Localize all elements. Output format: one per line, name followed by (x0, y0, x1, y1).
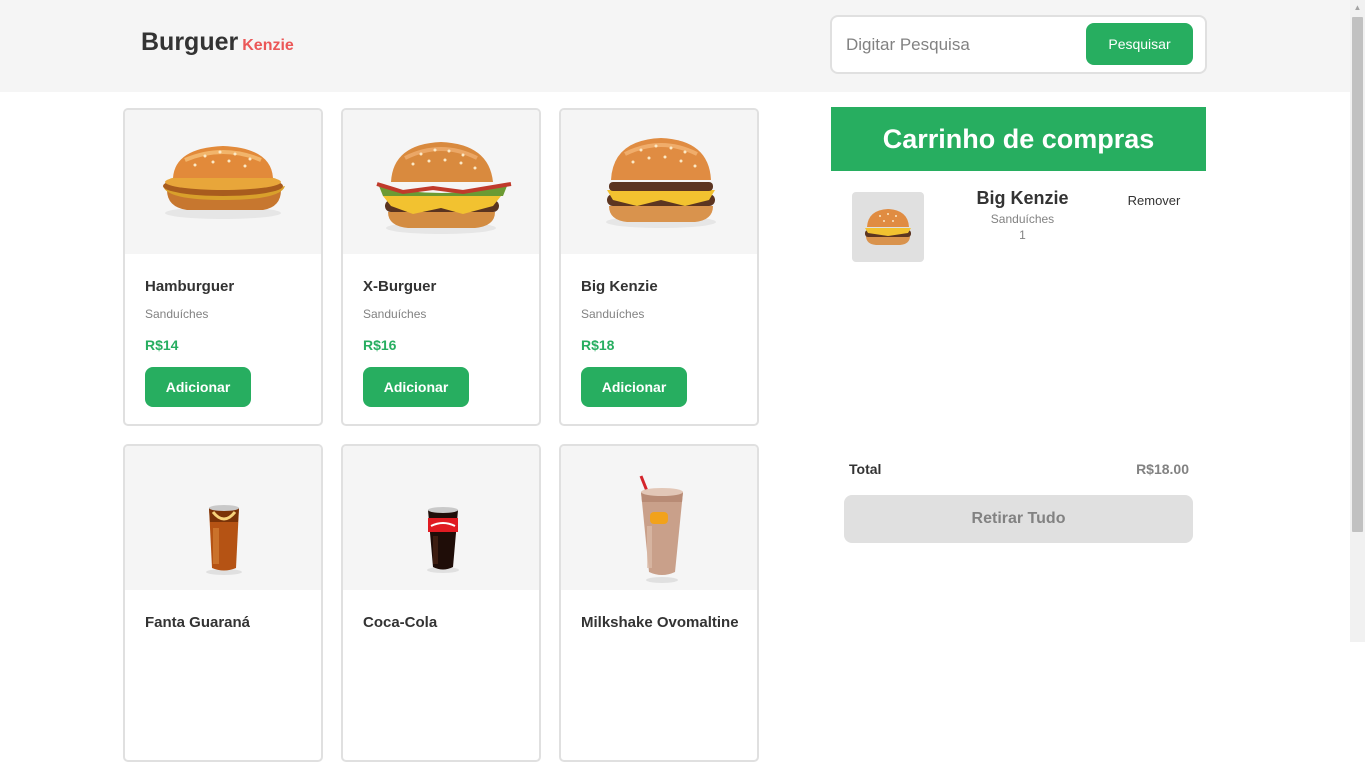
x-burger-image (376, 142, 512, 234)
product-image-container (125, 446, 321, 590)
product-image-container (561, 446, 757, 590)
product-card-fanta-guarana: Fanta Guaraná (123, 444, 323, 762)
cart-item-category: Sanduíches (990, 212, 1055, 226)
product-category: Sanduíches (145, 307, 209, 321)
search-box: Pesquisar (830, 15, 1207, 74)
add-to-cart-button[interactable]: Adicionar (581, 367, 687, 407)
clear-cart-button[interactable]: Retirar Tudo (844, 495, 1193, 543)
product-image-container (343, 110, 539, 254)
product-name: Big Kenzie (581, 278, 658, 295)
product-price: R$14 (145, 337, 179, 353)
big-kenzie-image (606, 138, 716, 228)
product-category: Sanduíches (363, 307, 427, 321)
product-image-container (343, 446, 539, 590)
hamburger-image (163, 146, 285, 219)
add-to-cart-button[interactable]: Adicionar (363, 367, 469, 407)
logo: Burguer Kenzie (141, 28, 294, 57)
scrollbar-thumb[interactable] (1352, 17, 1363, 532)
add-to-cart-button[interactable]: Adicionar (145, 367, 251, 407)
cart-title: Carrinho de compras (831, 107, 1206, 171)
product-card-hamburguer: Hamburguer Sanduíches R$14 Adicionar (123, 108, 323, 426)
product-card-milkshake-ovomaltine: Milkshake Ovomaltine (559, 444, 759, 762)
cart-total-label: Total (849, 461, 882, 477)
product-card-big-kenzie: Big Kenzie Sanduíches R$18 Adicionar (559, 108, 759, 426)
scroll-up-arrow-icon[interactable]: ▲ (1350, 0, 1365, 15)
product-name: Milkshake Ovomaltine (581, 614, 739, 631)
product-image-container (561, 110, 757, 254)
cart-item-quantity: 1 (1019, 228, 1026, 242)
product-name: Fanta Guaraná (145, 614, 251, 631)
coca-cola-glass-image (427, 507, 459, 573)
product-name: Coca-Cola (363, 614, 438, 631)
search-input[interactable] (846, 31, 1076, 59)
product-category: Sanduíches (581, 307, 645, 321)
product-name: Hamburguer (145, 278, 235, 295)
logo-main-text: Burguer (141, 28, 239, 56)
logo-accent-text: Kenzie (242, 37, 294, 54)
product-name: X-Burguer (363, 278, 437, 295)
header: BurguerKenzie Pesquisar (0, 0, 1350, 92)
product-image-container (125, 110, 321, 254)
milkshake-image (639, 475, 683, 583)
page-scrollbar[interactable]: ▲ (1350, 0, 1365, 642)
remove-item-button[interactable]: Remover (1118, 191, 1190, 209)
fanta-guarana-glass-image (206, 505, 242, 575)
search-button[interactable]: Pesquisar (1086, 23, 1193, 65)
product-price: R$18 (581, 337, 615, 353)
product-card-x-burguer: X-Burguer Sanduíches R$16 Adicionar (341, 108, 541, 426)
cart-total-value: R$18.00 (1136, 461, 1189, 477)
product-card-coca-cola: Coca-Cola (341, 444, 541, 762)
cart-item-image (852, 192, 924, 262)
product-price: R$16 (363, 337, 397, 353)
cart-item-name: Big Kenzie (976, 188, 1069, 208)
big-kenzie-image (865, 209, 911, 245)
